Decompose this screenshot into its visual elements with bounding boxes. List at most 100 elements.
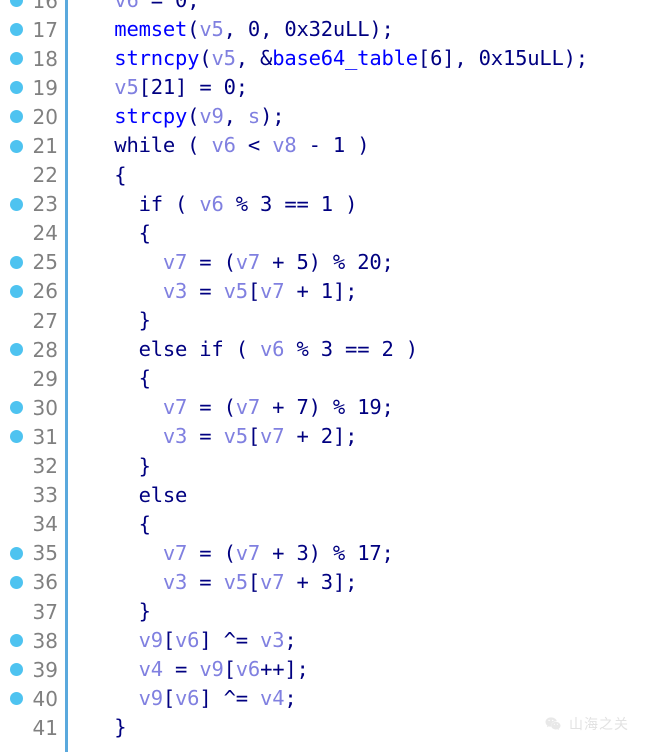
breakpoint-dot-icon[interactable] xyxy=(10,52,23,66)
code-token: ); xyxy=(563,46,588,71)
gutter-row[interactable]: 41 xyxy=(0,713,65,742)
code-line[interactable]: v7 = (v7 + 5) % 20; xyxy=(90,248,647,277)
gutter-row[interactable]: 29 xyxy=(0,364,65,393)
code-token: + xyxy=(260,249,297,274)
code-line[interactable]: { xyxy=(90,510,647,539)
breakpoint-dot-icon[interactable] xyxy=(10,663,23,677)
breakpoint-dot-icon[interactable] xyxy=(10,197,23,211)
code-line[interactable]: v3 = v5[v7 + 1]; xyxy=(90,277,647,306)
code-token: } xyxy=(90,308,151,333)
code-token: v9 xyxy=(138,628,163,653)
code-line[interactable]: } xyxy=(90,306,647,335)
code-token: { xyxy=(90,220,151,245)
gutter-row[interactable]: 36 xyxy=(0,568,65,597)
code-token: == xyxy=(272,191,321,216)
gutter-row[interactable]: 32 xyxy=(0,452,65,481)
gutter-row[interactable]: 21 xyxy=(0,131,65,160)
breakpoint-dot-icon[interactable] xyxy=(10,255,23,269)
breakpoint-dot-icon[interactable] xyxy=(10,139,23,153)
gutter-row[interactable]: 20 xyxy=(0,102,65,131)
gutter-row[interactable]: 39 xyxy=(0,655,65,684)
code-line[interactable]: if ( v6 % 3 == 1 ) xyxy=(90,190,647,219)
gutter-row[interactable]: 17 xyxy=(0,15,65,44)
gutter-row[interactable]: 30 xyxy=(0,393,65,422)
code-line[interactable]: v9[v6] ^= v3; xyxy=(90,626,647,655)
code-token: [ xyxy=(417,46,431,71)
code-line[interactable]: v3 = v5[v7 + 2]; xyxy=(90,422,647,451)
code-line[interactable]: { xyxy=(90,364,647,393)
code-line[interactable]: v3 = v5[v7 + 3]; xyxy=(90,568,647,597)
code-line[interactable]: } xyxy=(90,597,647,626)
code-line[interactable]: else xyxy=(90,481,647,510)
code-line[interactable]: strncpy(v5, &base64_table[6], 0x15uLL); xyxy=(90,44,647,73)
breakpoint-dot-empty xyxy=(10,460,23,473)
code-line[interactable]: strcpy(v9, s); xyxy=(90,102,647,131)
gutter-row[interactable]: 25 xyxy=(0,248,65,277)
code-token: ; xyxy=(381,540,394,565)
breakpoint-dot-empty xyxy=(10,314,23,327)
gutter-row[interactable]: 18 xyxy=(0,44,65,73)
gutter-row[interactable]: 16 xyxy=(0,0,65,15)
code-token: } xyxy=(90,598,151,623)
code-line[interactable]: v9[v6] ^= v4; xyxy=(90,684,647,713)
code-token: [ xyxy=(162,686,176,711)
breakpoint-dot-icon[interactable] xyxy=(10,430,23,444)
code-token: 19 xyxy=(357,395,382,420)
code-line[interactable]: { xyxy=(90,219,647,248)
code-token: ]; xyxy=(332,569,358,594)
code-token: base64_table xyxy=(272,46,418,71)
code-line[interactable]: v5[21] = 0; xyxy=(90,73,647,102)
code-token: ]; xyxy=(332,278,358,303)
breakpoint-dot-icon[interactable] xyxy=(10,692,23,706)
code-token: 0 xyxy=(223,75,236,100)
gutter-row[interactable]: 40 xyxy=(0,684,65,713)
gutter-row[interactable]: 22 xyxy=(0,161,65,190)
code-line[interactable]: v4 = v9[v6++]; xyxy=(90,655,647,684)
gutter-row[interactable]: 28 xyxy=(0,335,65,364)
code-token: ], xyxy=(442,46,479,71)
code-token: strcpy xyxy=(114,104,188,129)
code-token: ); xyxy=(260,104,285,129)
gutter-row[interactable]: 26 xyxy=(0,277,65,306)
gutter-row[interactable]: 31 xyxy=(0,422,65,451)
breakpoint-dot-icon[interactable] xyxy=(10,546,23,560)
gutter-row[interactable]: 35 xyxy=(0,539,65,568)
code-line[interactable]: v6 = 0; xyxy=(90,0,647,15)
code-token: ] = xyxy=(175,75,224,100)
gutter-row[interactable]: 38 xyxy=(0,626,65,655)
code-token: else if xyxy=(138,337,224,362)
code-line[interactable]: v7 = (v7 + 7) % 19; xyxy=(90,393,647,422)
code-line[interactable]: while ( v6 < v8 - 1 ) xyxy=(90,131,647,160)
gutter-row[interactable]: 23 xyxy=(0,190,65,219)
code-line[interactable]: { xyxy=(90,161,647,190)
code-line[interactable]: v7 = (v7 + 3) % 17; xyxy=(90,539,647,568)
breakpoint-dot-icon[interactable] xyxy=(10,23,23,37)
breakpoint-dot-icon[interactable] xyxy=(10,575,23,589)
breakpoint-dot-icon[interactable] xyxy=(10,343,23,357)
breakpoint-dot-icon[interactable] xyxy=(10,634,23,648)
gutter-row[interactable]: 19 xyxy=(0,73,65,102)
code-line[interactable]: } xyxy=(90,452,647,481)
line-number: 24 xyxy=(32,221,58,246)
code-line[interactable]: else if ( v6 % 3 == 2 ) xyxy=(90,335,647,364)
gutter-row[interactable]: 24 xyxy=(0,219,65,248)
breakpoint-dot-icon[interactable] xyxy=(10,110,23,124)
breakpoint-dot-icon[interactable] xyxy=(10,81,23,95)
line-number: 32 xyxy=(32,454,58,479)
gutter-row[interactable]: 34 xyxy=(0,510,65,539)
code-area[interactable]: v6 = 0; memset(v5, 0, 0x32uLL); strncpy(… xyxy=(68,0,647,752)
code-token: ; xyxy=(381,395,394,420)
code-token: + xyxy=(260,395,297,420)
gutter-row[interactable]: 33 xyxy=(0,481,65,510)
breakpoint-dot-icon[interactable] xyxy=(10,401,23,415)
line-number-gutter[interactable]: 16 17 18 19 20 21 22 23 24 25 26 27 28 29 30 31 32 33 34 35… xyxy=(0,0,68,752)
breakpoint-dot-icon[interactable] xyxy=(10,284,23,298)
code-token: memset xyxy=(114,17,188,42)
code-line[interactable]: memset(v5, 0, 0x32uLL); xyxy=(90,15,647,44)
code-line[interactable]: } xyxy=(90,713,647,742)
gutter-row[interactable]: 37 xyxy=(0,597,65,626)
gutter-row[interactable]: 27 xyxy=(0,306,65,335)
code-token: ++]; xyxy=(260,657,309,682)
breakpoint-dot-icon[interactable] xyxy=(10,0,23,8)
code-token: ) % xyxy=(308,249,358,274)
